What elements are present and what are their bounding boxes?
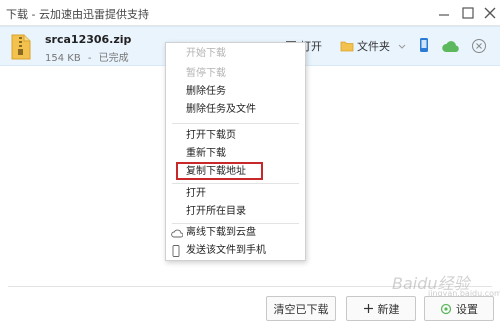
clear-downloaded-button[interactable]: 清空已下载 <box>266 296 336 321</box>
gear-icon <box>440 303 452 314</box>
menu-item-start-download[interactable]: 开始下载 <box>166 45 305 63</box>
menu-divider <box>172 123 299 124</box>
close-window-button[interactable] <box>480 3 500 23</box>
cloud-upload-button[interactable] <box>441 39 461 56</box>
file-size: 154 KB <box>45 53 81 64</box>
open-folder-button[interactable]: 文件夹 <box>340 38 390 54</box>
plus-icon <box>363 304 373 313</box>
zip-file-icon <box>10 33 32 61</box>
menu-item-pause-download[interactable]: 暂停下载 <box>166 65 305 83</box>
settings-button[interactable]: 设置 <box>424 296 494 321</box>
file-meta: 154 KB - 已完成 <box>45 49 133 64</box>
menu-divider <box>172 183 299 184</box>
chevron-down-icon <box>398 44 406 49</box>
menu-item-open-download-page[interactable]: 打开下载页 <box>166 127 305 145</box>
phone-icon <box>420 38 428 52</box>
menu-item-delete-task[interactable]: 删除任务 <box>166 83 305 101</box>
settings-label: 设置 <box>456 302 478 316</box>
menu-item-open-containing-folder[interactable]: 打开所在目录 <box>166 203 305 221</box>
window-title: 下载 - 云加速由迅雷提供支持 <box>6 8 149 21</box>
remove-item-button[interactable] <box>471 38 487 57</box>
menu-item-copy-download-url[interactable]: 复制下载地址 <box>166 163 305 181</box>
minimize-icon <box>439 14 449 16</box>
phone-outline-icon <box>171 245 181 264</box>
close-circle-icon <box>472 39 486 53</box>
close-icon <box>484 7 496 19</box>
folder-label: 文件夹 <box>357 40 390 53</box>
new-download-label: 新建 <box>377 302 400 316</box>
maximize-button[interactable] <box>458 3 478 23</box>
new-download-button[interactable]: 新建 <box>346 296 416 321</box>
title-bar: 下载 - 云加速由迅雷提供支持 <box>0 0 500 26</box>
more-options-button[interactable] <box>398 40 406 54</box>
menu-item-open[interactable]: 打开 <box>166 185 305 203</box>
menu-item-send-to-phone[interactable]: 发送该文件到手机 <box>166 242 305 260</box>
meta-separator: - <box>87 53 92 64</box>
menu-item-label: 发送该文件到手机 <box>186 245 266 256</box>
menu-item-offline-download-to-cloud[interactable]: 离线下载到云盘 <box>166 224 305 242</box>
menu-item-delete-task-and-file[interactable]: 删除任务及文件 <box>166 101 305 119</box>
maximize-icon <box>462 7 474 19</box>
clear-downloaded-label: 清空已下载 <box>273 302 329 316</box>
menu-item-redownload[interactable]: 重新下载 <box>166 145 305 163</box>
folder-icon <box>340 41 354 52</box>
minimize-button[interactable] <box>434 3 454 23</box>
context-menu: 开始下载 暂停下载 删除任务 删除任务及文件 打开下载页 重新下载 复制下载地址… <box>165 42 306 261</box>
download-status: 已完成 <box>98 53 129 64</box>
file-name: srca12306.zip <box>45 33 132 46</box>
cloud-icon <box>442 41 459 52</box>
menu-item-label: 离线下载到云盘 <box>186 227 256 238</box>
send-to-phone-button[interactable] <box>418 37 430 56</box>
